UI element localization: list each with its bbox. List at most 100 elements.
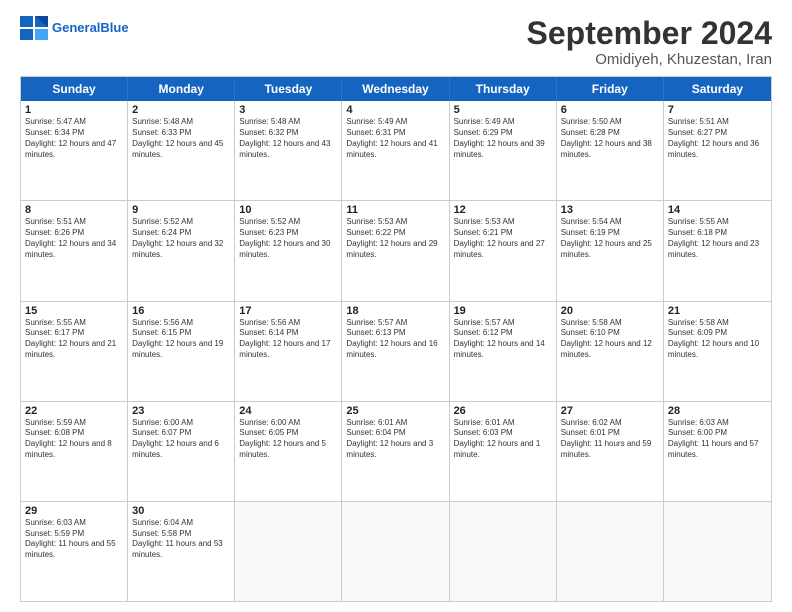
day-cell-11: 11Sunrise: 5:53 AMSunset: 6:22 PMDayligh… xyxy=(342,201,449,300)
day-number: 21 xyxy=(668,305,767,317)
day-cell-12: 12Sunrise: 5:53 AMSunset: 6:21 PMDayligh… xyxy=(450,201,557,300)
day-number: 4 xyxy=(346,104,444,116)
cell-info: Sunrise: 5:57 AMSunset: 6:12 PMDaylight:… xyxy=(454,318,552,361)
empty-cell xyxy=(664,502,771,601)
day-number: 13 xyxy=(561,204,659,216)
cell-info: Sunrise: 5:55 AMSunset: 6:18 PMDaylight:… xyxy=(668,217,767,260)
day-number: 17 xyxy=(239,305,337,317)
cell-info: Sunrise: 6:01 AMSunset: 6:04 PMDaylight:… xyxy=(346,418,444,461)
day-cell-27: 27Sunrise: 6:02 AMSunset: 6:01 PMDayligh… xyxy=(557,402,664,501)
day-number: 9 xyxy=(132,204,230,216)
day-number: 20 xyxy=(561,305,659,317)
cell-info: Sunrise: 6:03 AMSunset: 5:59 PMDaylight:… xyxy=(25,518,123,561)
day-number: 3 xyxy=(239,104,337,116)
day-number: 6 xyxy=(561,104,659,116)
day-cell-6: 6Sunrise: 5:50 AMSunset: 6:28 PMDaylight… xyxy=(557,101,664,200)
header-monday: Monday xyxy=(128,77,235,101)
title-block: September 2024 Omidiyeh, Khuzestan, Iran xyxy=(527,16,772,68)
day-cell-8: 8Sunrise: 5:51 AMSunset: 6:26 PMDaylight… xyxy=(21,201,128,300)
cell-info: Sunrise: 6:02 AMSunset: 6:01 PMDaylight:… xyxy=(561,418,659,461)
day-number: 23 xyxy=(132,405,230,417)
header-tuesday: Tuesday xyxy=(235,77,342,101)
day-number: 25 xyxy=(346,405,444,417)
month-title: September 2024 xyxy=(527,16,772,51)
cell-info: Sunrise: 5:55 AMSunset: 6:17 PMDaylight:… xyxy=(25,318,123,361)
day-number: 19 xyxy=(454,305,552,317)
logo-text: GeneralBlue xyxy=(52,21,129,35)
cell-info: Sunrise: 5:53 AMSunset: 6:22 PMDaylight:… xyxy=(346,217,444,260)
empty-cell xyxy=(450,502,557,601)
header-thursday: Thursday xyxy=(450,77,557,101)
cell-info: Sunrise: 6:00 AMSunset: 6:05 PMDaylight:… xyxy=(239,418,337,461)
day-cell-30: 30Sunrise: 6:04 AMSunset: 5:58 PMDayligh… xyxy=(128,502,235,601)
cell-info: Sunrise: 5:53 AMSunset: 6:21 PMDaylight:… xyxy=(454,217,552,260)
cell-info: Sunrise: 5:49 AMSunset: 6:31 PMDaylight:… xyxy=(346,117,444,160)
cell-info: Sunrise: 5:47 AMSunset: 6:34 PMDaylight:… xyxy=(25,117,123,160)
day-cell-19: 19Sunrise: 5:57 AMSunset: 6:12 PMDayligh… xyxy=(450,302,557,401)
empty-cell xyxy=(235,502,342,601)
cell-info: Sunrise: 5:56 AMSunset: 6:15 PMDaylight:… xyxy=(132,318,230,361)
cell-info: Sunrise: 5:58 AMSunset: 6:10 PMDaylight:… xyxy=(561,318,659,361)
day-cell-28: 28Sunrise: 6:03 AMSunset: 6:00 PMDayligh… xyxy=(664,402,771,501)
cell-info: Sunrise: 5:48 AMSunset: 6:33 PMDaylight:… xyxy=(132,117,230,160)
cell-info: Sunrise: 5:58 AMSunset: 6:09 PMDaylight:… xyxy=(668,318,767,361)
day-number: 12 xyxy=(454,204,552,216)
cell-info: Sunrise: 5:52 AMSunset: 6:24 PMDaylight:… xyxy=(132,217,230,260)
cell-info: Sunrise: 5:50 AMSunset: 6:28 PMDaylight:… xyxy=(561,117,659,160)
day-cell-3: 3Sunrise: 5:48 AMSunset: 6:32 PMDaylight… xyxy=(235,101,342,200)
day-cell-4: 4Sunrise: 5:49 AMSunset: 6:31 PMDaylight… xyxy=(342,101,449,200)
cell-info: Sunrise: 5:56 AMSunset: 6:14 PMDaylight:… xyxy=(239,318,337,361)
cell-info: Sunrise: 5:54 AMSunset: 6:19 PMDaylight:… xyxy=(561,217,659,260)
day-cell-5: 5Sunrise: 5:49 AMSunset: 6:29 PMDaylight… xyxy=(450,101,557,200)
cell-info: Sunrise: 5:52 AMSunset: 6:23 PMDaylight:… xyxy=(239,217,337,260)
day-number: 22 xyxy=(25,405,123,417)
day-number: 26 xyxy=(454,405,552,417)
cell-info: Sunrise: 5:59 AMSunset: 6:08 PMDaylight:… xyxy=(25,418,123,461)
day-cell-2: 2Sunrise: 5:48 AMSunset: 6:33 PMDaylight… xyxy=(128,101,235,200)
day-number: 1 xyxy=(25,104,123,116)
day-cell-26: 26Sunrise: 6:01 AMSunset: 6:03 PMDayligh… xyxy=(450,402,557,501)
cell-info: Sunrise: 6:00 AMSunset: 6:07 PMDaylight:… xyxy=(132,418,230,461)
header: GeneralBlue September 2024 Omidiyeh, Khu… xyxy=(20,16,772,68)
cell-info: Sunrise: 6:04 AMSunset: 5:58 PMDaylight:… xyxy=(132,518,230,561)
cell-info: Sunrise: 5:48 AMSunset: 6:32 PMDaylight:… xyxy=(239,117,337,160)
day-cell-18: 18Sunrise: 5:57 AMSunset: 6:13 PMDayligh… xyxy=(342,302,449,401)
empty-cell xyxy=(342,502,449,601)
day-cell-14: 14Sunrise: 5:55 AMSunset: 6:18 PMDayligh… xyxy=(664,201,771,300)
day-cell-21: 21Sunrise: 5:58 AMSunset: 6:09 PMDayligh… xyxy=(664,302,771,401)
calendar-body: 1Sunrise: 5:47 AMSunset: 6:34 PMDaylight… xyxy=(21,101,771,601)
day-cell-10: 10Sunrise: 5:52 AMSunset: 6:23 PMDayligh… xyxy=(235,201,342,300)
day-number: 10 xyxy=(239,204,337,216)
logo: GeneralBlue xyxy=(20,16,129,40)
day-cell-15: 15Sunrise: 5:55 AMSunset: 6:17 PMDayligh… xyxy=(21,302,128,401)
calendar-week-4: 22Sunrise: 5:59 AMSunset: 6:08 PMDayligh… xyxy=(21,402,771,502)
cell-info: Sunrise: 6:01 AMSunset: 6:03 PMDaylight:… xyxy=(454,418,552,461)
day-number: 18 xyxy=(346,305,444,317)
day-cell-17: 17Sunrise: 5:56 AMSunset: 6:14 PMDayligh… xyxy=(235,302,342,401)
cell-info: Sunrise: 6:03 AMSunset: 6:00 PMDaylight:… xyxy=(668,418,767,461)
day-cell-1: 1Sunrise: 5:47 AMSunset: 6:34 PMDaylight… xyxy=(21,101,128,200)
logo-icon xyxy=(20,16,48,40)
day-number: 16 xyxy=(132,305,230,317)
calendar-header: Sunday Monday Tuesday Wednesday Thursday… xyxy=(21,77,771,101)
location-subtitle: Omidiyeh, Khuzestan, Iran xyxy=(527,51,772,68)
day-cell-20: 20Sunrise: 5:58 AMSunset: 6:10 PMDayligh… xyxy=(557,302,664,401)
day-number: 24 xyxy=(239,405,337,417)
day-number: 8 xyxy=(25,204,123,216)
day-number: 30 xyxy=(132,505,230,517)
calendar-week-5: 29Sunrise: 6:03 AMSunset: 5:59 PMDayligh… xyxy=(21,502,771,601)
calendar-week-3: 15Sunrise: 5:55 AMSunset: 6:17 PMDayligh… xyxy=(21,302,771,402)
header-friday: Friday xyxy=(557,77,664,101)
day-cell-25: 25Sunrise: 6:01 AMSunset: 6:04 PMDayligh… xyxy=(342,402,449,501)
header-sunday: Sunday xyxy=(21,77,128,101)
calendar-week-2: 8Sunrise: 5:51 AMSunset: 6:26 PMDaylight… xyxy=(21,201,771,301)
day-cell-29: 29Sunrise: 6:03 AMSunset: 5:59 PMDayligh… xyxy=(21,502,128,601)
day-cell-13: 13Sunrise: 5:54 AMSunset: 6:19 PMDayligh… xyxy=(557,201,664,300)
day-cell-24: 24Sunrise: 6:00 AMSunset: 6:05 PMDayligh… xyxy=(235,402,342,501)
day-number: 5 xyxy=(454,104,552,116)
cell-info: Sunrise: 5:51 AMSunset: 6:26 PMDaylight:… xyxy=(25,217,123,260)
day-number: 28 xyxy=(668,405,767,417)
day-number: 11 xyxy=(346,204,444,216)
day-number: 27 xyxy=(561,405,659,417)
day-cell-9: 9Sunrise: 5:52 AMSunset: 6:24 PMDaylight… xyxy=(128,201,235,300)
